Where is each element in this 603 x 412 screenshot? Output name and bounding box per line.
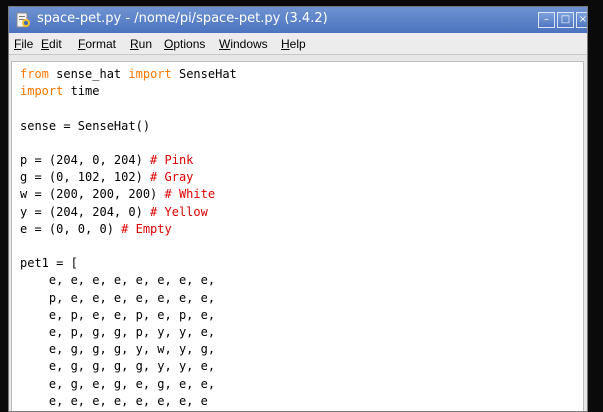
menu-help[interactable]: Help	[281, 37, 306, 51]
code-text[interactable]: from sense_hat import SenseHat import tim…	[20, 66, 237, 410]
menu-options[interactable]: Options	[164, 37, 205, 51]
code-token: p = (204, 0, 204)	[20, 153, 151, 168]
keyword-token: from	[20, 67, 49, 81]
code-line: e, p, g, g, p, y, y, e,	[20, 324, 237, 341]
code-token: p, e, e, e, e, e, e, e,	[20, 290, 216, 305]
code-token: e, p, e, e, p, e, p, e,	[20, 307, 216, 322]
code-token: e, e, e, e, e, e, e, e	[20, 393, 208, 408]
keyword-token: import	[128, 67, 172, 81]
code-line: e, g, g, g, g, y, y, e,	[20, 358, 237, 375]
code-token: g = (0, 102, 102)	[20, 170, 151, 185]
menu-bar: File Edit Format Run Options Windows Hel…	[9, 33, 587, 55]
code-token: e, g, e, g, e, g, e, e,	[20, 376, 216, 391]
menu-windows[interactable]: Windows	[219, 37, 268, 51]
menu-edit[interactable]: Edit	[41, 37, 62, 51]
code-line: import time	[20, 83, 237, 100]
keyword-token: import	[20, 84, 64, 99]
maximize-button[interactable]: □	[557, 12, 574, 28]
code-token: SenseHat	[171, 67, 237, 81]
code-line: e = (0, 0, 0) # Empty	[20, 221, 237, 238]
code-line: y = (204, 204, 0) # Yellow	[20, 204, 237, 221]
menu-file[interactable]: File	[14, 37, 33, 51]
comment-token: # White	[164, 187, 216, 202]
comment-token: # Empty	[121, 221, 172, 236]
code-token: w = (200, 200, 200)	[20, 187, 165, 202]
comment-token: # Yellow	[150, 204, 208, 219]
code-line: e, g, g, g, y, w, y, g,	[20, 341, 237, 358]
code-line: p = (204, 0, 204) # Pink	[20, 152, 237, 169]
code-token: e, p, g, g, p, y, y, e,	[20, 325, 216, 340]
code-token: e, g, g, g, g, y, y, e,	[20, 359, 216, 374]
code-token: pet1 = [	[20, 256, 78, 271]
code-token: e, e, e, e, e, e, e, e,	[20, 273, 216, 288]
title-bar[interactable]: space-pet.py - /nome/pi/space-pet.py (3.…	[9, 7, 587, 33]
code-line: w = (200, 200, 200) # White	[20, 186, 237, 203]
menu-run[interactable]: Run	[130, 37, 152, 51]
code-line: pet1 = [	[20, 255, 237, 272]
code-line: e, g, e, g, e, g, e, e,	[20, 376, 237, 393]
code-token: sense_hat	[48, 67, 129, 81]
window-title: space-pet.py - /nome/pi/space-pet.py (3.…	[37, 11, 328, 26]
minimize-button[interactable]: –	[538, 12, 555, 28]
code-line: e, e, e, e, e, e, e, e,	[20, 272, 237, 289]
code-token: e = (0, 0, 0)	[20, 221, 122, 236]
code-line: g = (0, 102, 102) # Gray	[20, 169, 237, 186]
code-token: time	[63, 84, 100, 99]
code-token: sense = SenseHat()	[20, 118, 151, 133]
code-line: e, p, e, e, p, e, p, e,	[20, 307, 237, 324]
code-line: e, e, e, e, e, e, e, e	[20, 393, 237, 410]
code-line: from sense_hat import SenseHat	[20, 66, 237, 83]
code-token: e, g, g, g, y, w, y, g,	[20, 342, 216, 357]
idle-editor-window: space-pet.py - /nome/pi/space-pet.py (3.…	[8, 6, 588, 412]
comment-token: # Pink	[150, 153, 194, 168]
code-line: p, e, e, e, e, e, e, e,	[20, 290, 237, 307]
comment-token: # Gray	[150, 170, 194, 185]
code-line: sense = SenseHat()	[20, 118, 237, 135]
code-editor[interactable]: from sense_hat import SenseHat import tim…	[11, 61, 584, 411]
menu-format[interactable]: Format	[78, 37, 116, 51]
code-token: y = (204, 204, 0)	[20, 204, 151, 219]
close-button[interactable]: ×	[576, 12, 587, 28]
python-file-icon	[16, 12, 30, 28]
